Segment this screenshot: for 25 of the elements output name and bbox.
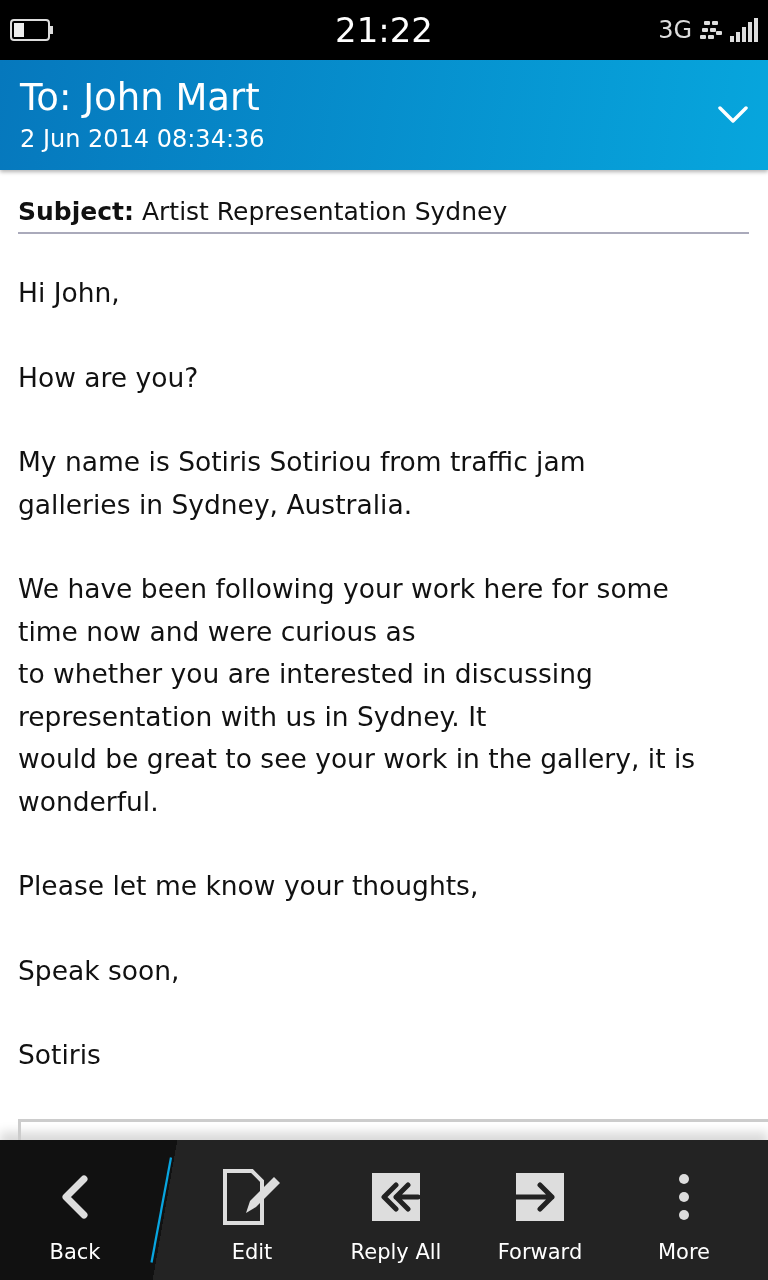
message-paragraph: Please let me know your thoughts, xyxy=(18,869,480,903)
subject-label: Subject: xyxy=(18,197,134,226)
action-button[interactable]: Forward xyxy=(468,1140,612,1280)
more-icon xyxy=(677,1173,691,1221)
battery-icon xyxy=(10,19,54,41)
recipient-title: To: John Mart xyxy=(20,75,261,121)
subject-text: Artist Representation Sydney xyxy=(141,197,508,226)
signal-icon xyxy=(730,18,760,42)
network-type: 3G xyxy=(658,16,692,44)
action-button[interactable]: More xyxy=(612,1140,756,1280)
chevron-down-icon[interactable] xyxy=(718,106,748,124)
message-paragraph: Sotiris xyxy=(18,1038,102,1072)
action-button[interactable]: Edit xyxy=(180,1140,324,1280)
message-paragraph: How are you? xyxy=(18,360,200,395)
message-date: 2 Jun 2014 08:34:36 xyxy=(20,124,265,155)
message-paragraph: Speak soon, xyxy=(18,953,181,988)
back-icon xyxy=(60,1175,90,1219)
dots-icon xyxy=(700,21,722,39)
message-paragraph: My name is Sotiris Sotiriou from traffic jam galleries in Sydney, Australia. xyxy=(18,445,587,522)
back-button[interactable]: Back xyxy=(0,1140,150,1280)
action-button[interactable]: Reply All xyxy=(324,1140,468,1280)
edit-icon xyxy=(222,1169,282,1225)
message-paragraph: Hi John, xyxy=(18,276,121,310)
message-paragraph: We have been following your work here for some time now and were curious as to whether you are interested in discussing representation with us in Sydney. It would be great to see your work in the gallery, it is wonderful. xyxy=(18,572,697,819)
clock-time: 21:22 xyxy=(334,10,434,50)
